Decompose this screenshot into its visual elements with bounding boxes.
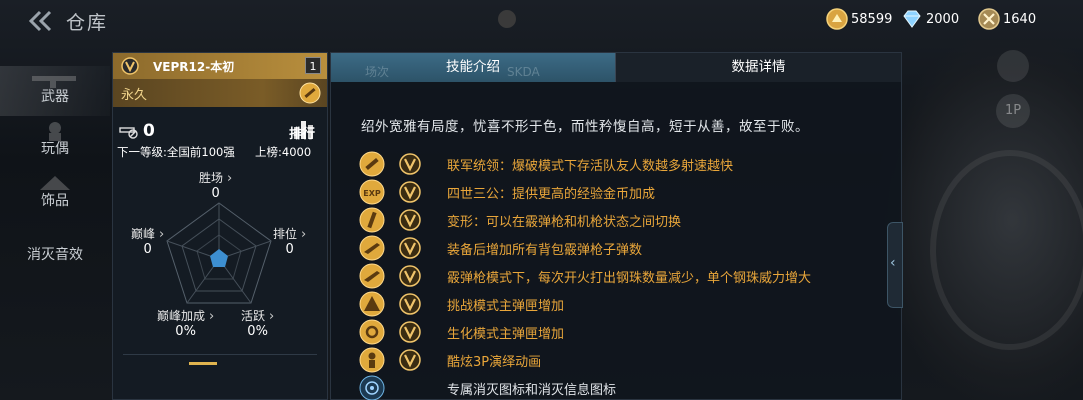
bio-mode-icon — [359, 319, 385, 345]
background-button-faint — [997, 50, 1029, 82]
diamond-value: 2000 — [926, 11, 960, 27]
kill-emblem-icon — [359, 375, 385, 400]
v-rank-icon — [399, 153, 421, 175]
skill-row: 变形：可以在霰弹枪和机枪状态之间切换 — [359, 207, 879, 233]
stat-peak-bonus[interactable]: 巅峰加成 › 0% — [157, 307, 214, 339]
skill-text: 挑战模式主弹匣增加 — [447, 299, 565, 314]
challenge-icon — [359, 291, 385, 317]
shotgun-icon — [359, 235, 385, 261]
tab-skills[interactable]: 场次 技能介绍 SKDA — [331, 53, 615, 82]
currency-honor: 1640 — [978, 8, 1036, 30]
weapon-level-badge: 1 — [305, 57, 321, 74]
nav-item-kill-sound[interactable]: 消灭音效 — [0, 236, 110, 286]
skill-row: 挑战模式主弹匣增加 — [359, 291, 879, 317]
skill-text: 酷炫3P演绎动画 — [447, 355, 542, 370]
weapon-header: VEPR12-本初 1 — [113, 53, 327, 79]
v-rank-icon — [399, 349, 421, 371]
weapon-description: 绍外宽雅有局度，忧喜不形于色，而性矜愎自高，短于从善，故至于败。 — [361, 119, 809, 135]
nav-item-dolls[interactable]: 玩偶 — [0, 118, 110, 168]
ghost-label-left: 场次 — [365, 65, 390, 79]
svg-text:EXP: EXP — [363, 189, 381, 198]
v-rank-icon — [399, 293, 421, 315]
chevron-left-icon: ‹ — [890, 255, 896, 271]
kill-value: 0 — [143, 121, 155, 141]
skill-row: 专属消灭图标和消灭信息图标 — [359, 375, 879, 400]
weapon-duration-bar: 永久 — [113, 79, 327, 107]
detail-tabs: 场次 技能介绍 SKDA 数据详情 — [331, 53, 901, 82]
skill-row: 装备后增加所有背包霰弹枪子弹数 — [359, 235, 879, 261]
skill-row: 联军统领：爆破模式下存活队友人数越多射速越快 — [359, 151, 879, 177]
v-rank-icon — [399, 265, 421, 287]
chevron-right-icon: › — [269, 309, 275, 324]
weapon-duration: 永久 — [121, 88, 148, 103]
collapse-handle[interactable]: ‹ — [887, 222, 903, 308]
divider — [123, 354, 317, 355]
background-view-faint: 1P — [996, 94, 1030, 128]
nav-item-accessories[interactable]: 饰品 — [0, 170, 110, 220]
diamond-icon — [903, 10, 921, 28]
v-rank-icon — [399, 237, 421, 259]
page-title: 仓库 — [66, 12, 109, 34]
honor-value: 1640 — [1003, 11, 1037, 27]
nav-item-weapons[interactable]: 武器 — [0, 66, 110, 116]
skill-text: 霰弹枪模式下，每次开火打出钢珠数量减少，单个钢珠威力增大 — [447, 271, 812, 286]
shotgun-icon — [359, 263, 385, 289]
third-person-icon — [359, 347, 385, 373]
currency-diamond: 2000 — [901, 8, 959, 30]
chevron-right-icon: › — [301, 227, 307, 242]
stat-wins[interactable]: 胜场 › 0 — [199, 169, 232, 201]
honor-coin-icon — [978, 8, 1000, 30]
top-bar: 仓库 58599 2000 1640 — [0, 0, 1083, 44]
v-rank-icon — [121, 57, 139, 75]
gold-coin-icon — [826, 8, 848, 30]
stat-active[interactable]: 活跃 › 0% — [241, 307, 274, 339]
kill-icon — [119, 127, 138, 139]
ghost-label-right: SKDA — [507, 65, 540, 79]
weapon-type-icon[interactable] — [299, 82, 321, 104]
skill-text: 变形：可以在霰弹枪和机枪状态之间切换 — [447, 215, 682, 230]
skill-row: 酷炫3P演绎动画 — [359, 347, 879, 373]
skill-text: 专属消灭图标和消灭信息图标 — [447, 383, 617, 398]
detail-panel: 场次 技能介绍 SKDA 数据详情 绍外宽雅有局度，忧喜不形于色，而性矜愎自高，… — [330, 52, 902, 400]
kill-count: 0 — [119, 121, 155, 141]
gold-value: 58599 — [851, 11, 893, 27]
chevron-right-icon: › — [209, 309, 215, 324]
chevron-right-icon: › — [159, 227, 165, 242]
weapon-name: VEPR12-本初 — [153, 60, 235, 74]
next-level-text: 下一等级:全国前100强 — [117, 145, 235, 159]
shotgun-shell-icon — [359, 151, 385, 177]
category-nav: 武器 玩偶 饰品 消灭音效 — [0, 52, 110, 400]
skill-text: 四世三公：提供更高的经验金币加成 — [447, 187, 656, 202]
skill-text: 装备后增加所有背包霰弹枪子弹数 — [447, 243, 643, 258]
stat-ranked[interactable]: 排位 › 0 — [273, 225, 306, 257]
skill-text: 生化模式主弹匣增加 — [447, 327, 565, 342]
leaderboard-limit: 上榜:4000 — [255, 145, 312, 159]
skill-row: EXP 四世三公：提供更高的经验金币加成 — [359, 179, 879, 205]
back-icon[interactable] — [26, 10, 56, 32]
skill-row: 霰弹枪模式下，每次开火打出钢珠数量减少，单个钢珠威力增大 — [359, 263, 879, 289]
chevron-right-icon: › — [227, 171, 233, 186]
leaderboard-label[interactable]: 排行 — [289, 123, 315, 142]
stat-peak[interactable]: 巅峰 › 0 — [131, 225, 164, 257]
transform-icon — [359, 207, 385, 233]
skill-text: 联军统领：爆破模式下存活队友人数越多射速越快 — [447, 159, 734, 174]
exp-icon: EXP — [359, 179, 385, 205]
v-rank-icon — [399, 181, 421, 203]
page-indicator — [189, 362, 217, 365]
tab-data-details[interactable]: 数据详情 — [615, 53, 901, 82]
weapon-card: VEPR12-本初 1 永久 0 排行 下一等级:全国前100强 上榜:4000 — [112, 52, 328, 400]
v-rank-icon — [399, 321, 421, 343]
currency-gold: 58599 — [826, 8, 892, 30]
skill-row: 生化模式主弹匣增加 — [359, 319, 879, 345]
stats-radar: 胜场 › 0 排位 › 0 巅峰 › 0 巅峰加成 › 0% 活跃 › 0% — [113, 163, 327, 363]
background-target — [930, 150, 1083, 350]
v-rank-icon — [399, 209, 421, 231]
